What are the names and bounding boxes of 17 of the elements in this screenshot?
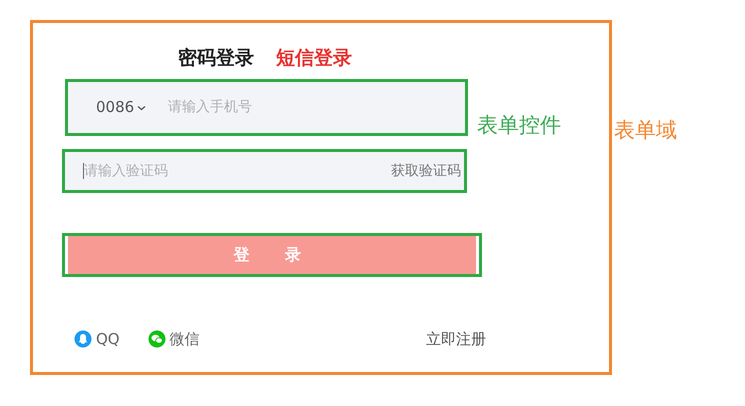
phone-input-field[interactable]: 0086 请输入手机号	[65, 79, 468, 136]
social-login[interactable]: QQ	[74, 328, 120, 350]
login-tab[interactable]: 密码登录	[178, 48, 254, 68]
form-controls-label: 表单控件	[477, 112, 561, 140]
phone-placeholder[interactable]: 请输入手机号	[168, 97, 388, 118]
social-login[interactable]: 微信	[148, 328, 200, 350]
qq-icon	[74, 330, 92, 348]
code-input-field[interactable]: 请输入验证码 获取验证码	[62, 149, 467, 193]
chevron-down-icon	[137, 104, 146, 110]
register-link[interactable]: 立即注册	[426, 328, 486, 350]
country-code-select[interactable]: 0086	[96, 96, 146, 119]
code-placeholder[interactable]: 请输入验证码	[84, 160, 284, 182]
get-code-link[interactable]: 获取验证码	[391, 160, 461, 182]
text-cursor	[83, 163, 84, 179]
login-tab[interactable]: 短信登录	[276, 48, 352, 68]
form-area-label: 表单域	[614, 117, 677, 144]
chat-bubbles-icon	[148, 330, 166, 348]
